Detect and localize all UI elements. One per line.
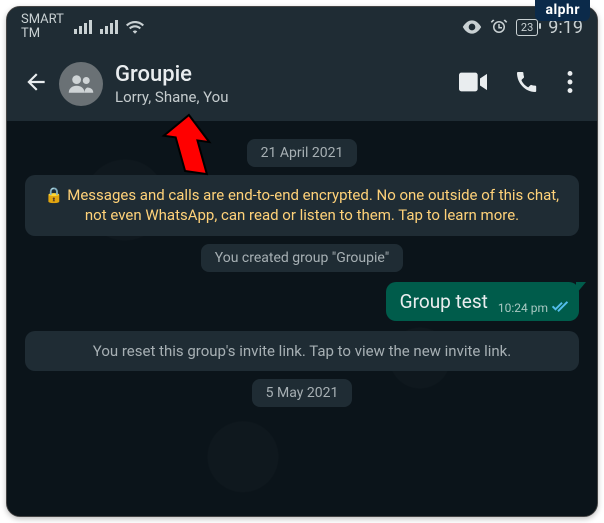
encryption-text: Messages and calls are end-to-end encryp…	[67, 186, 559, 224]
message-text: Group test	[400, 290, 488, 313]
signal-icon-2	[100, 20, 118, 34]
back-button[interactable]	[17, 63, 55, 105]
alarm-icon	[490, 18, 508, 36]
message-time: 10:24 pm	[498, 301, 548, 315]
phone-screenshot: SMART TM 23 9:19 Groupie Lorry	[6, 6, 598, 517]
sent-message-bubble[interactable]: Group test 10:24 pm	[386, 282, 579, 321]
date-chip: 21 April 2021	[247, 139, 358, 167]
chat-header[interactable]: Groupie Lorry, Shane, You	[7, 47, 597, 121]
system-message-created: You created group "Groupie"	[201, 244, 403, 272]
video-call-button[interactable]	[445, 64, 501, 104]
read-receipt-icon	[551, 301, 569, 316]
chat-members: Lorry, Shane, You	[115, 88, 445, 106]
system-message-invite-reset[interactable]: You reset this group's invite link. Tap …	[25, 331, 579, 371]
chat-body[interactable]: 21 April 2021 🔒 Messages and calls are e…	[7, 121, 597, 516]
chat-title: Groupie	[115, 62, 445, 87]
wifi-icon	[126, 20, 144, 34]
date-chip-2: 5 May 2021	[252, 379, 353, 407]
encryption-notice[interactable]: 🔒 Messages and calls are end-to-end encr…	[25, 175, 579, 236]
voice-call-button[interactable]	[501, 62, 553, 106]
eye-icon	[462, 20, 482, 34]
carrier-line1: SMART	[21, 13, 64, 27]
battery-indicator: 23	[516, 19, 538, 36]
carrier-label: SMART TM	[21, 13, 64, 40]
status-bar: SMART TM 23 9:19	[7, 7, 597, 47]
alphr-watermark: alphr	[535, 0, 590, 21]
group-avatar-icon[interactable]	[59, 62, 103, 106]
signal-icon	[74, 20, 92, 34]
more-options-button[interactable]	[553, 63, 587, 105]
carrier-line2: TM	[21, 27, 64, 41]
lock-icon: 🔒	[45, 186, 67, 204]
chat-title-area[interactable]: Groupie Lorry, Shane, You	[115, 62, 445, 105]
